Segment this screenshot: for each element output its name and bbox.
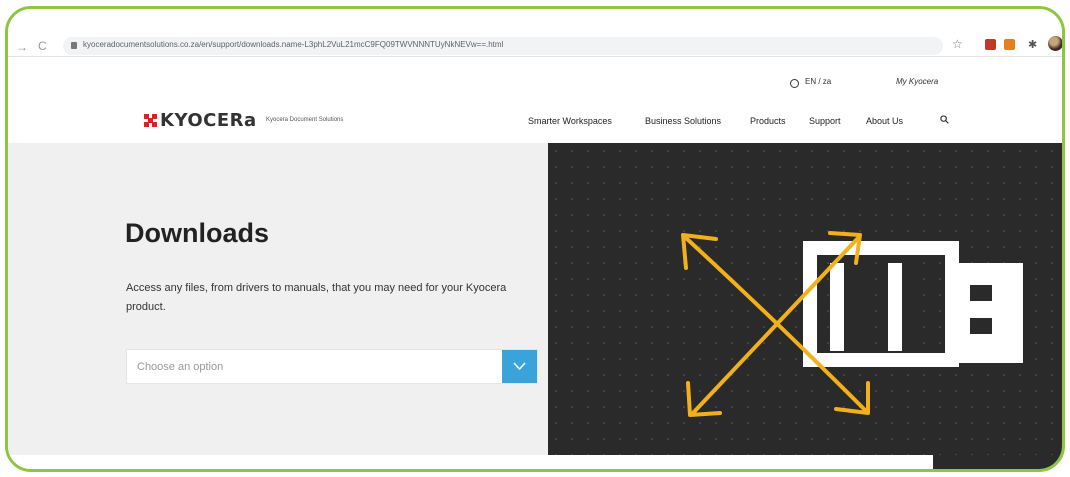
nav-business-solutions[interactable]: Business Solutions	[645, 116, 721, 126]
browser-toolbar: → C kyoceradocumentsolutions.co.za/en/su…	[8, 9, 1062, 57]
search-icon[interactable]	[940, 115, 949, 124]
page-bottom	[8, 455, 1062, 469]
globe-icon	[790, 79, 799, 88]
hero-description: Access any files, from drivers to manual…	[126, 282, 507, 313]
select-placeholder: Choose an option	[137, 361, 224, 373]
puzzle-icon[interactable]: ✱	[1028, 38, 1037, 51]
url-text: kyoceradocumentsolutions.co.za/en/suppor…	[83, 40, 504, 49]
logo-subtitle: Kyocera Document Solutions	[266, 117, 344, 123]
page-title: Downloads	[125, 218, 270, 248]
address-bar[interactable]: kyoceradocumentsolutions.co.za/en/suppor…	[63, 37, 943, 55]
kyocera-logo-icon[interactable]	[143, 113, 158, 128]
back-icon[interactable]: →	[16, 40, 28, 54]
nav-products[interactable]: Products	[750, 116, 786, 126]
lock-icon	[71, 42, 77, 49]
profile-avatar[interactable]	[1048, 36, 1062, 51]
star-icon[interactable]: ☆	[952, 37, 963, 51]
chevron-down-icon	[513, 362, 526, 371]
extension-icon[interactable]	[1004, 39, 1015, 50]
nav-smarter-workspaces[interactable]: Smarter Workspaces	[528, 116, 612, 126]
utility-bar: EN / za My Kyocera	[8, 57, 1062, 91]
logo-wordmark[interactable]: KYOCERa	[160, 110, 257, 131]
site-header: KYOCERa Kyocera Document Solutions Smart…	[8, 91, 1062, 143]
language-selector[interactable]: EN / za	[805, 77, 831, 86]
reload-icon[interactable]: C	[38, 39, 47, 53]
page-bottom-accent	[933, 455, 1062, 469]
kyocera-inner-mark	[830, 261, 1023, 363]
extension-icon[interactable]	[985, 39, 996, 50]
hero-artwork	[681, 231, 1023, 417]
screenshot-frame: → C kyoceradocumentsolutions.co.za/en/su…	[5, 6, 1065, 472]
nav-about-us[interactable]: About Us	[866, 116, 903, 126]
select-toggle-button[interactable]	[502, 350, 537, 383]
product-select[interactable]: Choose an option	[126, 349, 538, 384]
nav-support[interactable]: Support	[809, 116, 841, 126]
my-kyocera-link[interactable]: My Kyocera	[896, 77, 938, 86]
